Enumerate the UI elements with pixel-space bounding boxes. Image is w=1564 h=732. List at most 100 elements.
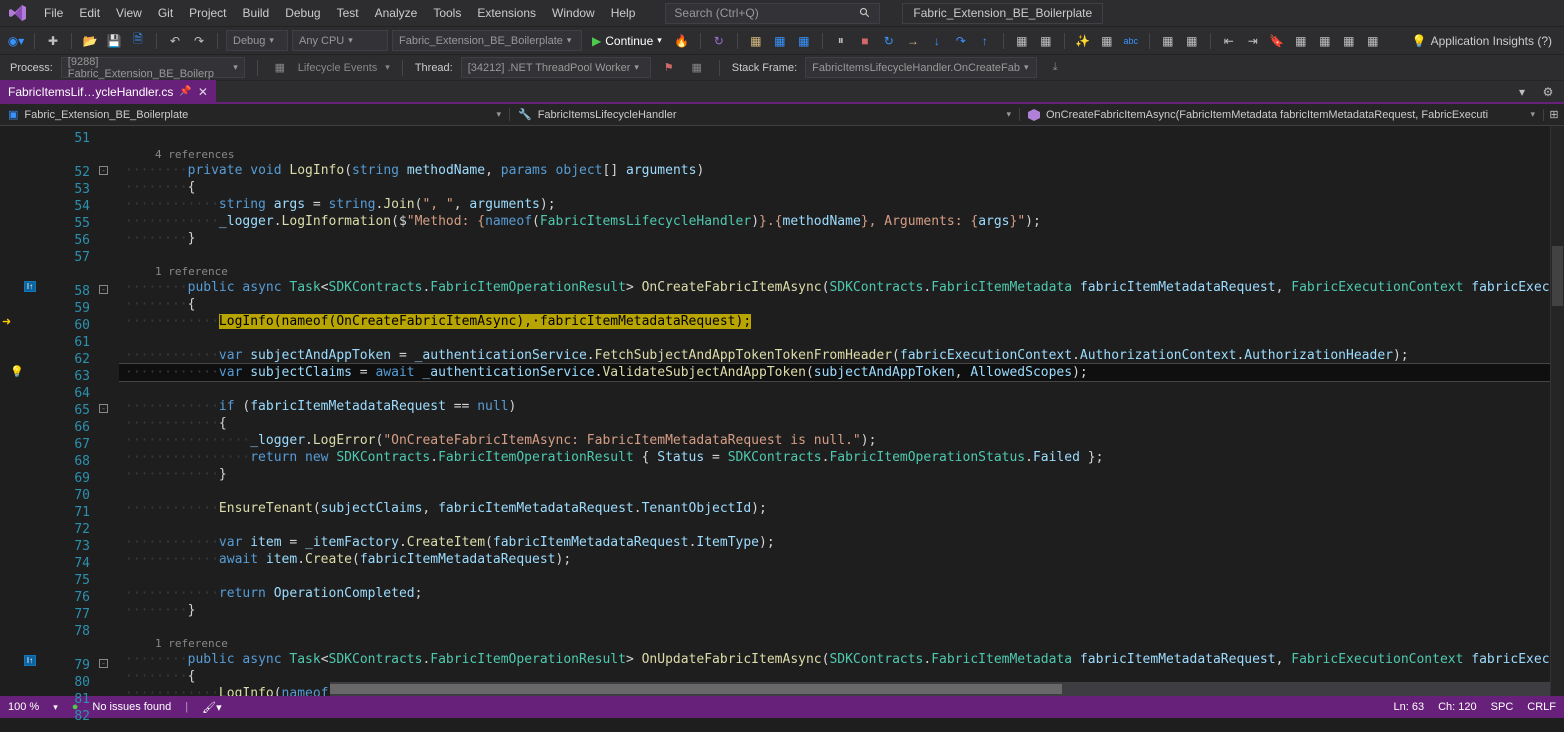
- fold-toggle[interactable]: -: [99, 285, 108, 294]
- comment-icon[interactable]: ▦: [1291, 31, 1311, 51]
- pin-icon[interactable]: 📌: [179, 86, 191, 97]
- char-indicator[interactable]: Ch: 120: [1438, 701, 1477, 713]
- restart-icon[interactable]: ↻: [709, 31, 729, 51]
- restart-debug-icon[interactable]: ↻: [879, 31, 899, 51]
- code-line[interactable]: [119, 517, 1550, 534]
- undo-icon[interactable]: ↶: [165, 31, 185, 51]
- spaces-indicator[interactable]: SPC: [1491, 701, 1514, 713]
- step-into-icon[interactable]: ↓: [927, 31, 947, 51]
- code-line[interactable]: ········{: [119, 296, 1550, 313]
- thread-dropdown[interactable]: [34212] .NET ThreadPool Worker: [461, 57, 651, 78]
- code-line[interactable]: ········{: [119, 179, 1550, 196]
- show-next-icon[interactable]: →: [903, 31, 923, 51]
- browser-link-icon[interactable]: ▦: [746, 31, 766, 51]
- code-line[interactable]: ················return new SDKContracts.…: [119, 449, 1550, 466]
- code-line[interactable]: [119, 568, 1550, 585]
- nav-class[interactable]: 🔧 FabricItemsLifecycleHandler: [510, 108, 1020, 121]
- menu-tools[interactable]: Tools: [425, 3, 469, 23]
- stop-icon[interactable]: ■: [855, 31, 875, 51]
- tab-dropdown-icon[interactable]: ▾: [1512, 82, 1532, 102]
- code-line[interactable]: ········private void LogInfo(string meth…: [119, 162, 1550, 179]
- code-line[interactable]: ············if (fabricItemMetadataReques…: [119, 398, 1550, 415]
- lifecycle-icon[interactable]: ▦: [270, 58, 290, 78]
- code-line[interactable]: ············var subjectAndAppToken = _au…: [119, 347, 1550, 364]
- code-line[interactable]: ············LogInfo(nameof(OnCreateFabri…: [119, 313, 1550, 330]
- fold-toggle[interactable]: -: [99, 659, 108, 668]
- stack-misc-icon[interactable]: ⤓: [1045, 58, 1065, 78]
- active-tab[interactable]: FabricItemsLif…ycleHandler.cs 📌 ✕: [0, 80, 216, 104]
- menu-help[interactable]: Help: [603, 3, 644, 23]
- ai-icon[interactable]: ✨: [1073, 31, 1093, 51]
- menu-debug[interactable]: Debug: [277, 3, 328, 23]
- open-folder-icon[interactable]: 📂: [80, 31, 100, 51]
- new-item-icon[interactable]: ✚: [43, 31, 63, 51]
- codelens-references[interactable]: 1 reference: [119, 264, 1550, 279]
- codelens-references[interactable]: 1 reference: [119, 636, 1550, 651]
- search-box[interactable]: Search (Ctrl+Q): [665, 3, 880, 24]
- ai-brush-icon[interactable]: 🖌▾: [202, 701, 222, 714]
- code-line[interactable]: [119, 330, 1550, 347]
- menu-file[interactable]: File: [36, 3, 71, 23]
- code-line[interactable]: [119, 483, 1550, 500]
- save-icon[interactable]: 💾: [104, 31, 124, 51]
- pause-icon[interactable]: ⏸: [831, 31, 851, 51]
- fold-toggle[interactable]: -: [99, 404, 108, 413]
- code-line[interactable]: [119, 619, 1550, 636]
- menu-edit[interactable]: Edit: [71, 3, 108, 23]
- tab-gear-icon[interactable]: ⚙: [1538, 82, 1558, 102]
- startup-dropdown[interactable]: Fabric_Extension_BE_Boilerplate: [392, 30, 582, 51]
- menu-project[interactable]: Project: [181, 3, 234, 23]
- code-line[interactable]: ············{: [119, 415, 1550, 432]
- scroll-thumb[interactable]: [1552, 246, 1563, 306]
- step-out-icon[interactable]: ↑: [975, 31, 995, 51]
- close-tab-icon[interactable]: ✕: [198, 85, 208, 99]
- config-dropdown[interactable]: Debug: [226, 30, 288, 51]
- scroll-map[interactable]: [1550, 126, 1564, 696]
- toolbox2-icon[interactable]: ▦: [794, 31, 814, 51]
- horizontal-scrollbar[interactable]: [330, 682, 1550, 696]
- indent-icon[interactable]: ⇤: [1219, 31, 1239, 51]
- flag-icon[interactable]: ⚑: [659, 58, 679, 78]
- crlf-indicator[interactable]: CRLF: [1527, 701, 1556, 713]
- hot-reload-icon[interactable]: 🔥: [672, 31, 692, 51]
- abc-icon[interactable]: abc: [1121, 31, 1141, 51]
- line-indicator[interactable]: Ln: 63: [1394, 701, 1425, 713]
- menu-test[interactable]: Test: [329, 3, 367, 23]
- toolbar-misc3-icon[interactable]: ▦: [1097, 31, 1117, 51]
- toolbar-misc1-icon[interactable]: ▦: [1012, 31, 1032, 51]
- menu-window[interactable]: Window: [544, 3, 603, 23]
- redo-icon[interactable]: ↷: [189, 31, 209, 51]
- toolbar-misc2-icon[interactable]: ▦: [1036, 31, 1056, 51]
- split-editor-icon[interactable]: ⊞: [1544, 105, 1564, 125]
- format2-icon[interactable]: ▦: [1182, 31, 1202, 51]
- save-all-icon[interactable]: 🗎: [128, 31, 148, 51]
- code-line[interactable]: ············var subjectClaims = await _a…: [119, 364, 1550, 381]
- app-insights-button[interactable]: 💡 Application Insights (?): [1412, 34, 1558, 48]
- toolbar-misc8-icon[interactable]: ▦: [1363, 31, 1383, 51]
- code-line[interactable]: ················_logger.LogError("OnCrea…: [119, 432, 1550, 449]
- code-line[interactable]: [119, 247, 1550, 264]
- code-editor[interactable]: I↑➜💡I↑ 51 52-5354555657 58-5960616263646…: [0, 126, 1564, 696]
- outdent-icon[interactable]: ⇥: [1243, 31, 1263, 51]
- toolbox1-icon[interactable]: ▦: [770, 31, 790, 51]
- code-line[interactable]: ············var item = _itemFactory.Crea…: [119, 534, 1550, 551]
- code-line[interactable]: [119, 381, 1550, 398]
- menu-analyze[interactable]: Analyze: [367, 3, 426, 23]
- code-line[interactable]: ············}: [119, 466, 1550, 483]
- back-nav-icon[interactable]: ◉▾: [6, 31, 26, 51]
- code-line[interactable]: ········public async Task<SDKContracts.F…: [119, 651, 1550, 668]
- format-icon[interactable]: ▦: [1158, 31, 1178, 51]
- continue-button[interactable]: ▶ Continue ▾: [586, 30, 668, 52]
- step-over-icon[interactable]: ↷: [951, 31, 971, 51]
- code-line[interactable]: ············return OperationCompleted;: [119, 585, 1550, 602]
- menu-extensions[interactable]: Extensions: [469, 3, 544, 23]
- nav-project[interactable]: ▣ Fabric_Extension_BE_Boilerplate: [0, 108, 510, 121]
- hscroll-thumb[interactable]: [330, 684, 1062, 694]
- menu-view[interactable]: View: [108, 3, 150, 23]
- code-line[interactable]: ········}: [119, 602, 1550, 619]
- uncomment-icon[interactable]: ▦: [1315, 31, 1335, 51]
- code-line[interactable]: ········}: [119, 230, 1550, 247]
- code-line[interactable]: ············EnsureTenant(subjectClaims, …: [119, 500, 1550, 517]
- codelens-references[interactable]: 4 references: [119, 147, 1550, 162]
- platform-dropdown[interactable]: Any CPU: [292, 30, 388, 51]
